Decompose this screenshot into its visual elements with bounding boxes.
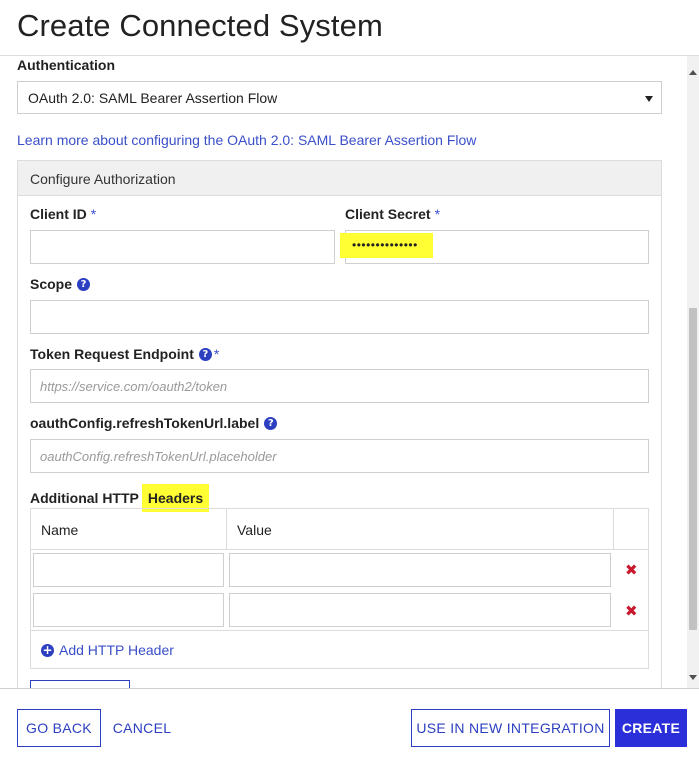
required-marker: * bbox=[213, 346, 220, 362]
authentication-label: Authentication bbox=[17, 57, 115, 73]
client-secret-label-text: Client Secret bbox=[345, 206, 431, 222]
additional-headers-label-prefix: Additional HTTP bbox=[30, 490, 139, 506]
authentication-selected-value: OAuth 2.0: SAML Bearer Assertion Flow bbox=[28, 90, 278, 106]
client-id-label: Client ID * bbox=[30, 206, 96, 222]
close-x-icon[interactable]: ✖ bbox=[625, 604, 638, 619]
dialog-footer: GO BACK CANCEL USE IN NEW INTEGRATION CR… bbox=[0, 688, 699, 763]
cancel-button[interactable]: CANCEL bbox=[110, 709, 174, 747]
go-back-button[interactable]: GO BACK bbox=[17, 709, 101, 747]
question-circle-icon[interactable]: ? bbox=[198, 347, 212, 361]
header-name-input[interactable] bbox=[33, 593, 224, 627]
token-endpoint-placeholder: https://service.com/oauth2/token bbox=[40, 378, 228, 394]
client-secret-label: Client Secret * bbox=[345, 206, 440, 222]
use-in-new-integration-button[interactable]: USE IN NEW INTEGRATION bbox=[411, 709, 610, 747]
learn-more-link[interactable]: Learn more about configuring the OAuth 2… bbox=[17, 132, 476, 148]
scope-label: Scope ? bbox=[30, 276, 91, 292]
header-value-input[interactable] bbox=[229, 553, 611, 587]
authentication-select[interactable]: OAuth 2.0: SAML Bearer Assertion Flow bbox=[17, 81, 662, 114]
close-x-icon[interactable]: ✖ bbox=[625, 563, 638, 578]
form-scroll-area: Authentication OAuth 2.0: SAML Bearer As… bbox=[0, 56, 699, 688]
token-endpoint-label: Token Request Endpoint ? * bbox=[30, 346, 219, 362]
required-marker: * bbox=[90, 206, 97, 222]
scroll-up-icon[interactable] bbox=[689, 70, 697, 75]
page-title: Create Connected System bbox=[17, 8, 383, 43]
add-http-header-label: Add HTTP Header bbox=[59, 642, 174, 658]
http-headers-table: Name Value ✖ ✖ + Add HTTP Header bbox=[30, 508, 649, 669]
header-name-input[interactable] bbox=[33, 553, 224, 587]
vertical-scrollbar[interactable] bbox=[687, 56, 699, 688]
add-http-header-button[interactable]: + Add HTTP Header bbox=[41, 642, 174, 658]
create-button[interactable]: CREATE bbox=[615, 709, 687, 747]
scrollbar-thumb[interactable] bbox=[689, 308, 697, 630]
configure-authorization-header: Configure Authorization bbox=[18, 161, 661, 196]
required-marker: * bbox=[434, 206, 441, 222]
table-header-name: Name bbox=[31, 509, 227, 550]
row-divider bbox=[31, 630, 648, 631]
refresh-token-input[interactable]: oauthConfig.refreshTokenUrl.placeholder bbox=[30, 439, 649, 473]
refresh-token-label-text: oauthConfig.refreshTokenUrl.label bbox=[30, 415, 260, 431]
question-circle-icon[interactable]: ? bbox=[264, 416, 278, 430]
scope-label-text: Scope bbox=[30, 276, 73, 292]
table-header-value: Value bbox=[227, 509, 614, 550]
plus-circle-icon: + bbox=[41, 642, 54, 657]
refresh-token-placeholder: oauthConfig.refreshTokenUrl.placeholder bbox=[40, 448, 277, 464]
row-divider bbox=[31, 549, 648, 550]
refresh-token-label: oauthConfig.refreshTokenUrl.label ? bbox=[30, 415, 278, 431]
scope-input[interactable] bbox=[30, 300, 649, 334]
client-id-label-text: Client ID bbox=[30, 206, 87, 222]
caret-down-icon bbox=[645, 96, 653, 102]
client-id-input[interactable] bbox=[30, 230, 335, 264]
client-secret-value: •••••••••••••• bbox=[352, 238, 418, 252]
header-value-input[interactable] bbox=[229, 593, 611, 627]
scroll-down-icon[interactable] bbox=[689, 675, 697, 680]
token-endpoint-input[interactable]: https://service.com/oauth2/token bbox=[30, 369, 649, 403]
create-connected-system-dialog: Create Connected System Authentication O… bbox=[0, 0, 699, 763]
token-endpoint-label-text: Token Request Endpoint bbox=[30, 346, 194, 362]
question-circle-icon[interactable]: ? bbox=[77, 277, 91, 291]
partial-test-button[interactable] bbox=[30, 680, 130, 688]
